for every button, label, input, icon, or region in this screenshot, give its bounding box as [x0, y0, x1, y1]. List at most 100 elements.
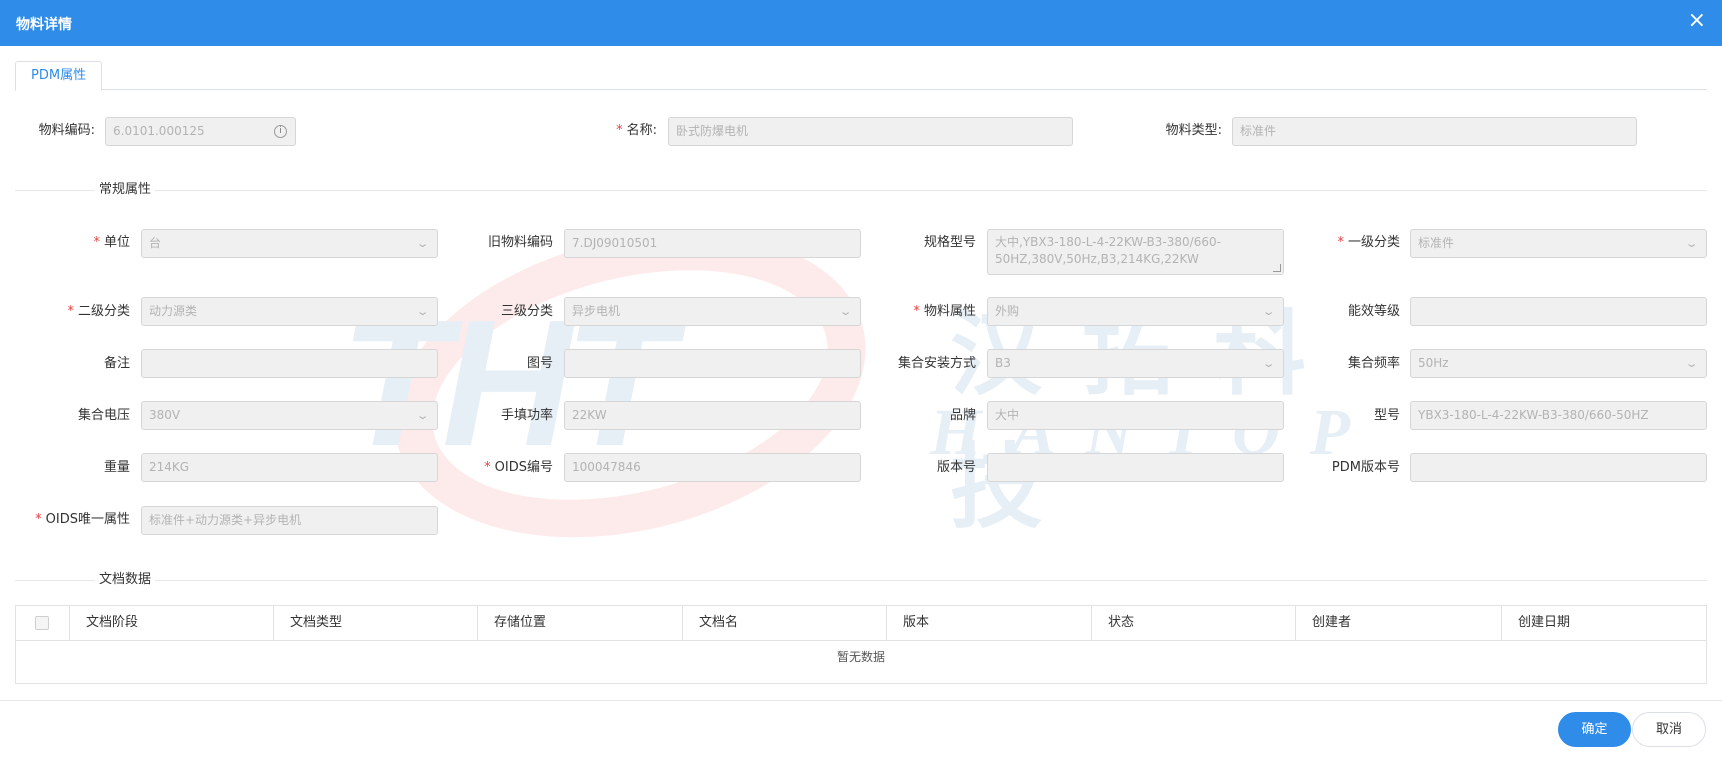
table-empty-text: 暂无数据 [836, 650, 885, 664]
model-input[interactable]: YBX3-180-L-4-22KW-B3-380/660-50HZ [1410, 401, 1707, 430]
oids-unique-value: 标准件+动力源类+异步电机 [149, 513, 302, 527]
table-header: 文档阶段 文档类型 存储位置 文档名 版本 状态 创建者 创建日期 [16, 606, 1706, 641]
power-label: 手填功率 [500, 408, 553, 423]
section-general-title: 常规属性 [95, 181, 156, 199]
unit-select[interactable]: 台 ⌄ [141, 229, 438, 258]
brand-input[interactable]: 大中 [987, 401, 1284, 430]
required-mark: * [616, 123, 623, 138]
tab-bar: PDM属性 [15, 61, 1707, 91]
footer-divider [0, 700, 1722, 701]
tab-pdm-attributes[interactable]: PDM属性 [15, 61, 103, 91]
column-header[interactable]: 创建日期 [1501, 606, 1706, 640]
confirm-button[interactable]: 确定 [1558, 712, 1631, 747]
section-documents-title: 文档数据 [95, 571, 156, 589]
weight-value: 214KG [149, 460, 190, 474]
oids-unique-label: * OIDS唯一属性 [35, 512, 130, 527]
drawing-no-input[interactable] [564, 349, 861, 378]
chevron-down-icon: ⌄ [1684, 237, 1699, 250]
column-header[interactable]: 版本 [886, 606, 1091, 640]
column-header[interactable]: 文档名 [682, 606, 886, 640]
cancel-button[interactable]: 取消 [1632, 712, 1706, 747]
spec-value: 大中,YBX3-180-L-4-22KW-B3-380/660-50HZ,380… [995, 235, 1221, 266]
energy-level-input[interactable] [1410, 297, 1707, 326]
remark-input[interactable] [141, 349, 438, 378]
spec-label: 规格型号 [923, 235, 976, 250]
material-code-input[interactable]: 6.0101.000125 i [105, 117, 296, 146]
column-header[interactable]: 文档阶段 [69, 606, 273, 640]
class2-value: 动力源类 [149, 304, 198, 318]
remark-label: 备注 [103, 356, 130, 371]
frequency-label: 集合频率 [1347, 356, 1400, 371]
old-code-input[interactable]: 7.DJ09010501 [564, 229, 861, 258]
oids-code-value: 100047846 [572, 460, 641, 474]
column-header[interactable]: 状态 [1091, 606, 1295, 640]
material-type-label: 物料类型: [1165, 123, 1222, 138]
chevron-down-icon: ⌄ [1261, 305, 1276, 318]
chevron-down-icon: ⌄ [1684, 357, 1699, 370]
dialog-title: 物料详情 [16, 17, 72, 33]
unit-label: * 单位 [93, 235, 130, 250]
chevron-down-icon: ⌄ [415, 305, 430, 318]
material-code-value: 6.0101.000125 [113, 124, 205, 138]
dialog-titlebar: 物料详情 × [0, 0, 1722, 46]
voltage-label: 集合电压 [77, 408, 130, 423]
material-attr-label: * 物料属性 [913, 304, 976, 319]
install-mode-value: B3 [995, 356, 1011, 370]
class1-label: * 一级分类 [1337, 235, 1400, 250]
column-header[interactable]: 文档类型 [273, 606, 477, 640]
class3-label: 三级分类 [500, 304, 553, 319]
old-code-value: 7.DJ09010501 [572, 236, 658, 250]
info-icon[interactable]: i [274, 125, 287, 138]
power-value: 22KW [572, 408, 607, 422]
weight-input[interactable]: 214KG [141, 453, 438, 482]
version-no-input[interactable] [987, 453, 1284, 482]
unit-value: 台 [149, 236, 162, 250]
section-general: 常规属性 [15, 181, 1707, 199]
name-value: 卧式防爆电机 [676, 124, 749, 138]
version-no-label: 版本号 [936, 460, 976, 475]
material-type-input[interactable]: 标准件 [1232, 117, 1637, 146]
model-value: YBX3-180-L-4-22KW-B3-380/660-50HZ [1418, 408, 1649, 422]
class2-label: * 二级分类 [67, 304, 130, 319]
frequency-select[interactable]: 50Hz ⌄ [1410, 349, 1707, 378]
pdm-version-label: PDM版本号 [1331, 460, 1400, 475]
drawing-no-label: 图号 [526, 356, 553, 371]
class1-value: 标准件 [1418, 236, 1455, 250]
brand-label: 品牌 [949, 408, 976, 423]
power-input[interactable]: 22KW [564, 401, 861, 430]
class2-select[interactable]: 动力源类 ⌄ [141, 297, 438, 326]
voltage-select[interactable]: 380V ⌄ [141, 401, 438, 430]
name-label: * 名称: [616, 123, 657, 138]
documents-table: 文档阶段 文档类型 存储位置 文档名 版本 状态 创建者 创建日期 暂无数据 [15, 605, 1707, 684]
class1-select[interactable]: 标准件 ⌄ [1410, 229, 1707, 258]
section-documents: 文档数据 [15, 571, 1707, 589]
install-mode-label: 集合安装方式 [897, 356, 976, 371]
material-type-value: 标准件 [1240, 124, 1277, 138]
column-header[interactable]: 存储位置 [477, 606, 682, 640]
chevron-down-icon: ⌄ [1261, 357, 1276, 370]
material-attr-value: 外购 [995, 304, 1020, 318]
voltage-value: 380V [149, 408, 181, 422]
energy-level-label: 能效等级 [1347, 304, 1400, 319]
column-header[interactable]: 创建者 [1295, 606, 1501, 640]
class3-select[interactable]: 异步电机 ⌄ [564, 297, 861, 326]
chevron-down-icon: ⌄ [415, 409, 430, 422]
chevron-down-icon: ⌄ [415, 237, 430, 250]
frequency-value: 50Hz [1418, 356, 1449, 370]
oids-unique-input[interactable]: 标准件+动力源类+异步电机 [141, 506, 438, 535]
select-all-checkbox[interactable] [35, 616, 49, 630]
model-label: 型号 [1373, 408, 1400, 423]
material-attr-select[interactable]: 外购 ⌄ [987, 297, 1284, 326]
pdm-version-input[interactable] [1410, 453, 1707, 482]
resize-handle-icon[interactable] [1273, 264, 1281, 272]
close-icon[interactable]: × [1688, 9, 1706, 33]
spec-textarea[interactable]: 大中,YBX3-180-L-4-22KW-B3-380/660-50HZ,380… [987, 229, 1284, 275]
name-input[interactable]: 卧式防爆电机 [668, 117, 1073, 146]
chevron-down-icon: ⌄ [838, 305, 853, 318]
class3-value: 异步电机 [572, 304, 621, 318]
install-mode-select[interactable]: B3 ⌄ [987, 349, 1284, 378]
weight-label: 重量 [103, 460, 130, 475]
material-code-label: 物料编码: [38, 123, 95, 138]
brand-value: 大中 [995, 408, 1020, 422]
oids-code-input[interactable]: 100047846 [564, 453, 861, 482]
